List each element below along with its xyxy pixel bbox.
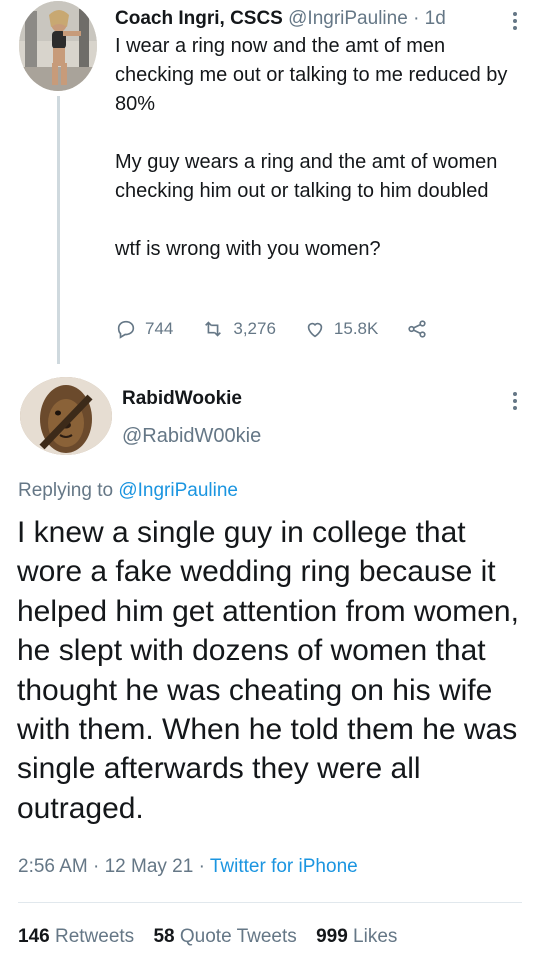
like-icon (307, 322, 323, 338)
like-count: 15.8K (333, 319, 379, 338)
source-link[interactable]: Twitter for iPhone (210, 856, 358, 877)
tweet-actions: 744 3,276 15.8K (115, 315, 464, 343)
author-name[interactable]: Coach Ingri, CSCS (115, 8, 283, 29)
reply-icon (117, 320, 135, 339)
author-handle[interactable]: @IngriPauline (288, 8, 408, 29)
retweet-icon (205, 321, 222, 337)
tweet-age: · 1d (413, 8, 446, 29)
avatar[interactable] (19, 1, 97, 91)
author-name[interactable]: RabidWookie (122, 388, 242, 410)
more-icon[interactable] (512, 392, 518, 413)
share-button[interactable] (406, 318, 436, 340)
reply-count: 744 (145, 319, 174, 338)
author-handle[interactable]: @RabidW00kie (122, 425, 261, 448)
like-button[interactable]: 15.8K (304, 318, 378, 340)
more-icon[interactable] (512, 12, 518, 33)
retweet-count: 3,276 (233, 319, 276, 338)
retweet-button[interactable]: 3,276 (201, 318, 276, 340)
share-icon (408, 320, 426, 338)
parent-tweet[interactable]: Coach Ingri, CSCS @IngriPauline · 1d I w… (0, 0, 540, 370)
avatar[interactable] (20, 377, 112, 455)
retweets-stat[interactable]: 146 Retweets (18, 926, 134, 947)
timestamp[interactable]: 2:56 AM · 12 May 21 · (18, 856, 205, 877)
quote-tweets-stat[interactable]: 58 Quote Tweets (153, 926, 296, 947)
replying-prefix: Replying to (18, 480, 114, 501)
tweet-meta: 2:56 AM · 12 May 21 · Twitter for iPhone (18, 856, 358, 878)
likes-stat[interactable]: 999 Likes (316, 926, 397, 947)
tweet-stats: 146 Retweets 58 Quote Tweets 999 Likes (18, 926, 397, 948)
mention-link[interactable]: @IngriPauline (118, 480, 238, 501)
replying-to: Replying to @IngriPauline (18, 480, 238, 502)
tweet-text: I wear a ring now and the amt of men che… (115, 35, 508, 260)
tweet-text: I knew a single guy in college that wore… (17, 516, 519, 825)
reply-button[interactable]: 744 (115, 318, 173, 340)
divider (18, 902, 522, 903)
